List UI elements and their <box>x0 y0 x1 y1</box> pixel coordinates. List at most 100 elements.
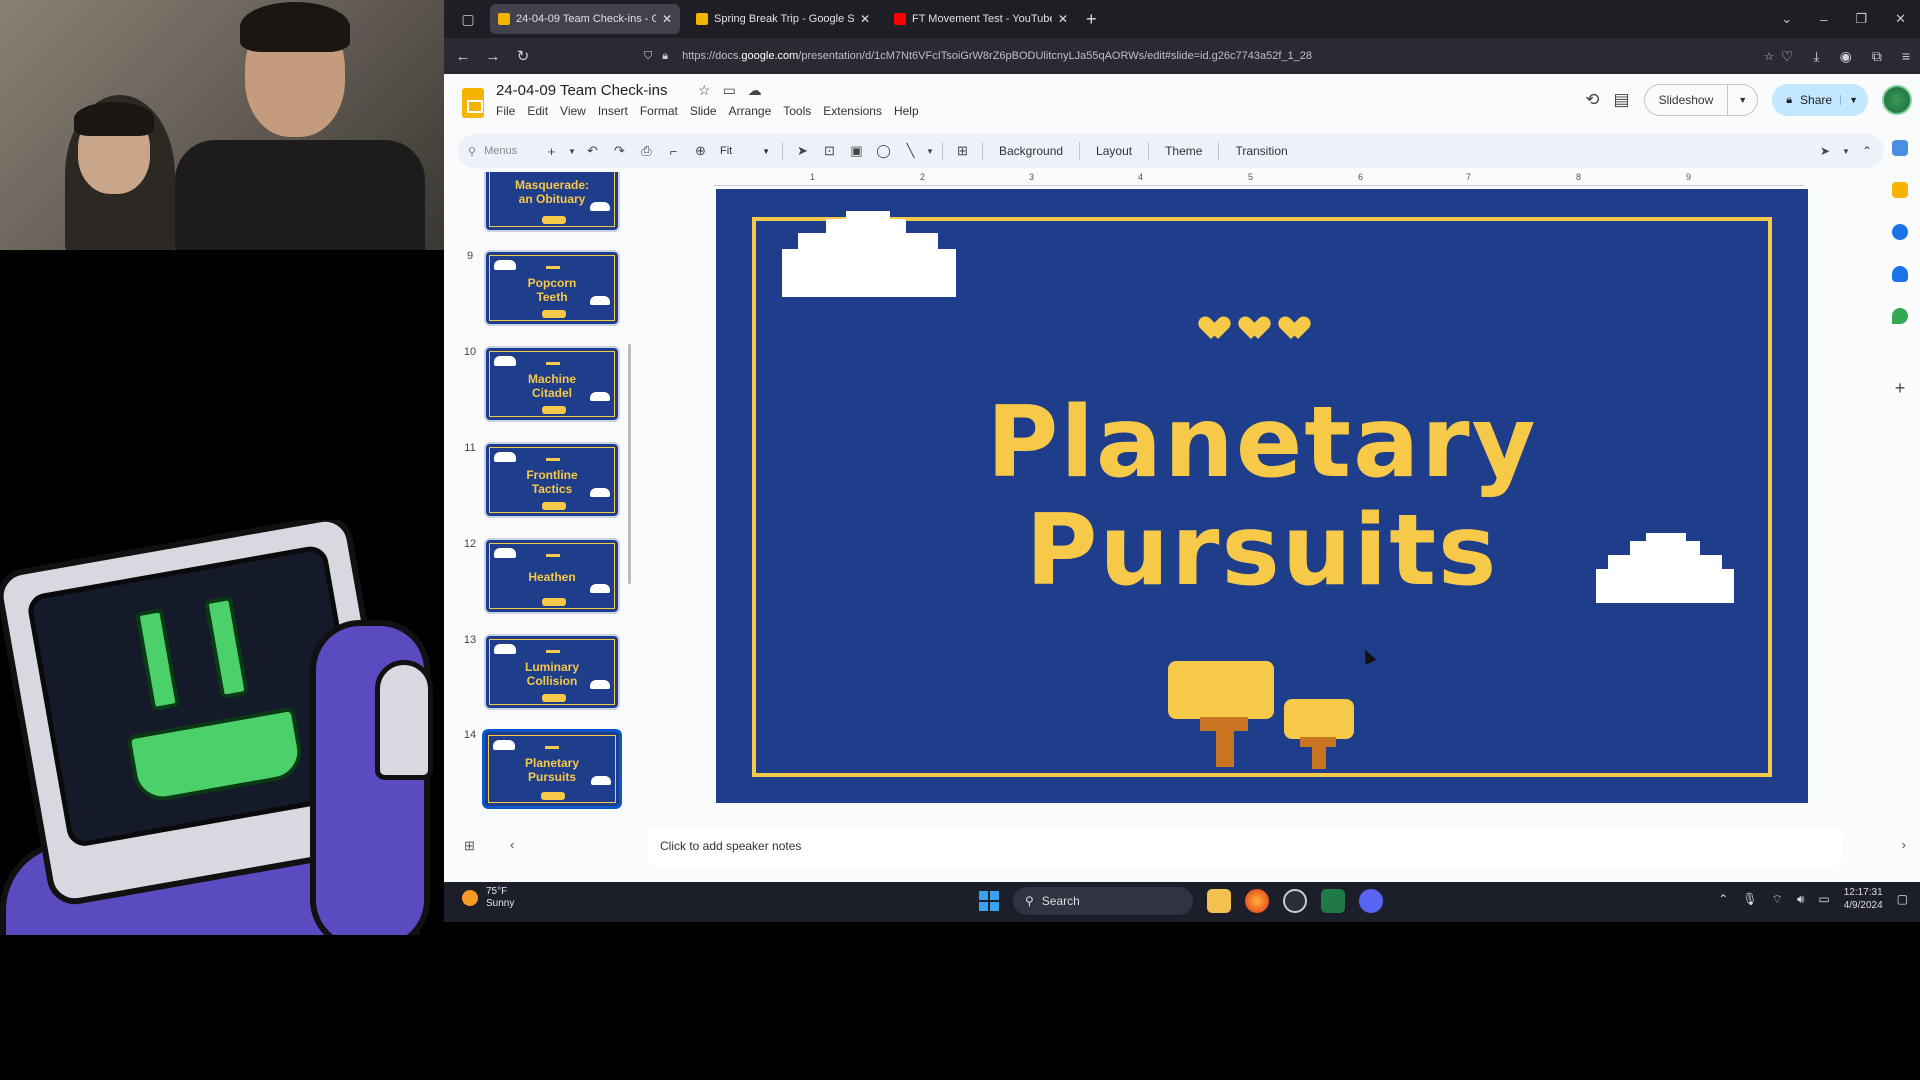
filmstrip-item[interactable]: 10 Machine Citadel <box>444 346 624 426</box>
pointer-dropdown-icon[interactable]: ▼ <box>1842 147 1850 156</box>
background-button[interactable]: Background <box>989 144 1073 158</box>
menu-insert[interactable]: Insert <box>598 104 628 118</box>
filmstrip-item[interactable]: 13 Luminary Collision <box>444 634 624 712</box>
add-addon-icon[interactable]: + <box>1895 378 1906 399</box>
slideshow-button[interactable]: Slideshow ▼ <box>1643 84 1759 116</box>
version-history-icon[interactable]: ⟲ <box>1585 90 1599 110</box>
extensions-icon[interactable]: ⧉ <box>1872 48 1882 65</box>
new-slide-dropdown-icon[interactable]: ▼ <box>565 147 579 156</box>
download-icon[interactable]: ⤓ <box>1813 48 1819 65</box>
tab-spring-break[interactable]: Spring Break Trip - Google Slid ✕ <box>688 4 878 34</box>
clock[interactable]: 12:17:31 4/9/2024 <box>1844 886 1883 912</box>
menu-tools[interactable]: Tools <box>783 104 811 118</box>
slide-canvas[interactable]: Planetary Pursuits <box>716 189 1808 803</box>
menu-file[interactable]: File <box>496 104 515 118</box>
tab-overflow-chevron-icon[interactable]: ⌄ <box>1781 11 1792 27</box>
slide-thumbnail[interactable]: Machine Citadel <box>484 346 620 422</box>
paint-format-icon[interactable]: ⌐ <box>660 144 687 159</box>
calendar-icon[interactable] <box>1892 140 1908 156</box>
lock-icon[interactable]: 🔒︎ <box>662 50 668 63</box>
filmstrip-item[interactable]: Masquerade: an Obituary <box>444 172 624 236</box>
document-title[interactable]: 24-04-09 Team Check-ins <box>496 82 667 99</box>
filmstrip-item-selected[interactable]: 14 Planetary Pursuits <box>444 727 624 811</box>
transition-button[interactable]: Transition <box>1225 144 1297 158</box>
image-icon[interactable]: ▣ <box>843 143 870 159</box>
notifications-icon[interactable]: ▢ <box>1897 892 1908 906</box>
close-tab-icon[interactable]: ✕ <box>1058 12 1068 26</box>
pointer-mode-icon[interactable]: ➤ <box>1820 144 1830 158</box>
comments-icon[interactable]: ▤ <box>1614 90 1630 110</box>
discord-icon[interactable] <box>1359 889 1383 913</box>
line-icon[interactable]: ╲ <box>897 143 924 159</box>
menu-edit[interactable]: Edit <box>527 104 548 118</box>
menu-search[interactable]: ⚲ Menus <box>458 145 538 158</box>
pocket-icon[interactable]: ♡ <box>1781 48 1794 65</box>
menu-view[interactable]: View <box>560 104 586 118</box>
filmstrip-item[interactable]: 12 Heathen <box>444 538 624 618</box>
tab-team-checkins[interactable]: 24-04-09 Team Check-ins - Goo ✕ <box>490 4 680 34</box>
address-bar[interactable]: ⛉ 🔒︎ https://docs.google.com/presentatio… <box>644 42 1884 70</box>
microphone-icon[interactable]: 🎙︎ <box>1742 892 1757 906</box>
volume-icon[interactable]: 🔊︎ <box>1797 892 1805 907</box>
print-icon[interactable]: ⎙ <box>633 143 660 159</box>
maps-icon[interactable] <box>1892 308 1908 324</box>
tray-overflow-icon[interactable]: ⌃ <box>1718 892 1728 906</box>
layout-button[interactable]: Layout <box>1086 144 1142 158</box>
reload-icon[interactable]: ↻ <box>508 47 538 65</box>
contacts-icon[interactable] <box>1892 266 1908 282</box>
new-tab-button[interactable]: + <box>1086 9 1097 30</box>
forward-icon[interactable]: → <box>478 48 508 65</box>
slide-thumbnail[interactable]: Luminary Collision <box>484 634 620 710</box>
undo-icon[interactable]: ↶ <box>579 143 606 159</box>
star-icon[interactable]: ☆ <box>698 82 711 99</box>
battery-icon[interactable]: ▭ <box>1818 892 1829 906</box>
windows-start-icon[interactable] <box>979 891 999 911</box>
filmstrip-item[interactable]: 11 Frontline Tactics <box>444 442 624 522</box>
slideshow-label[interactable]: Slideshow <box>1645 85 1729 115</box>
move-folder-icon[interactable]: ▭ <box>723 82 736 99</box>
keep-icon[interactable] <box>1892 182 1908 198</box>
menu-extensions[interactable]: Extensions <box>823 104 882 118</box>
menu-slide[interactable]: Slide <box>690 104 717 118</box>
tab-list-icon[interactable]: ▢ <box>454 5 482 33</box>
firefox-icon[interactable] <box>1245 889 1269 913</box>
menu-arrange[interactable]: Arrange <box>729 104 772 118</box>
filmstrip-scrollbar[interactable] <box>628 344 631 584</box>
wifi-icon[interactable]: ⌔ <box>1772 892 1783 907</box>
slide-title[interactable]: Planetary Pursuits <box>716 389 1808 605</box>
bookmark-star-icon[interactable]: ☆ <box>1764 50 1774 63</box>
shield-icon[interactable]: ⛉ <box>644 50 652 63</box>
text-box-icon[interactable]: ⊡ <box>816 143 843 159</box>
speaker-notes-field[interactable]: Click to add speaker notes <box>648 826 1842 866</box>
add-comment-icon[interactable]: ⊞ <box>949 143 976 159</box>
menu-help[interactable]: Help <box>894 104 919 118</box>
cloud-saved-icon[interactable]: ☁ <box>748 82 762 99</box>
slide-thumbnail[interactable]: Masquerade: an Obituary <box>484 172 620 232</box>
slide-thumbnail[interactable]: Popcorn Teeth <box>484 250 620 326</box>
weather-widget[interactable]: 75°F Sunny <box>462 886 514 910</box>
menu-format[interactable]: Format <box>640 104 678 118</box>
menu-icon[interactable]: ≡ <box>1902 48 1910 64</box>
close-tab-icon[interactable]: ✕ <box>662 12 672 26</box>
slide-thumbnail[interactable]: Heathen <box>484 538 620 614</box>
minimize-icon[interactable]: – <box>1820 12 1827 27</box>
close-tab-icon[interactable]: ✕ <box>860 12 870 26</box>
shape-icon[interactable]: ◯ <box>870 143 897 159</box>
slideshow-dropdown-icon[interactable]: ▼ <box>1728 95 1757 105</box>
back-icon[interactable]: ← <box>448 48 478 65</box>
tab-youtube[interactable]: FT Movement Test - YouTube ✕ <box>886 4 1076 34</box>
share-dropdown-icon[interactable]: ▼ <box>1840 95 1858 105</box>
zoom-select[interactable]: Fit ▼ <box>714 145 776 157</box>
grid-view-icon[interactable]: ⊞ <box>464 838 475 854</box>
zoom-icon[interactable]: ⊕ <box>687 143 714 159</box>
close-window-icon[interactable]: ✕ <box>1895 11 1906 27</box>
line-dropdown-icon[interactable]: ▼ <box>924 147 936 156</box>
obs-icon[interactable] <box>1283 889 1307 913</box>
collapse-filmstrip-icon[interactable]: ‹ <box>510 837 514 852</box>
select-cursor-icon[interactable]: ➤ <box>789 143 816 159</box>
slides-logo-icon[interactable] <box>462 88 484 118</box>
collapse-toolbar-icon[interactable]: ⌃ <box>1862 144 1872 158</box>
share-button[interactable]: 🔒︎ Share ▼ <box>1772 84 1868 116</box>
taskbar-search[interactable]: ⚲ Search <box>1013 887 1193 915</box>
theme-button[interactable]: Theme <box>1155 144 1212 158</box>
